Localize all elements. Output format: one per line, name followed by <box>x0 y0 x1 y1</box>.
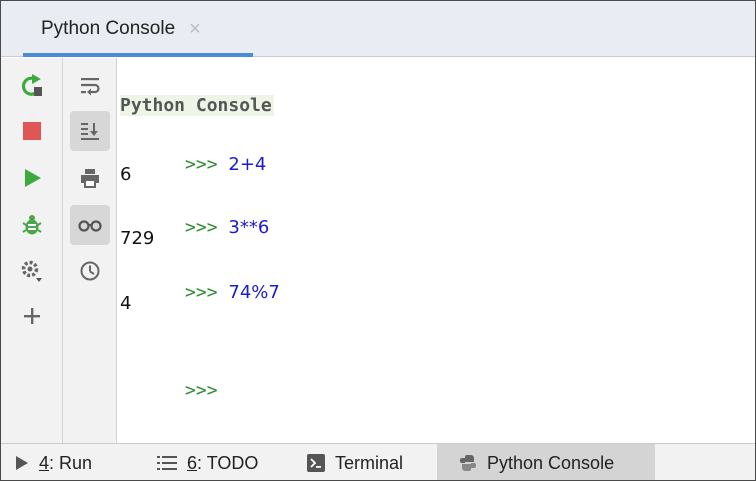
console-input-line: >>> 74%7 <box>120 261 280 324</box>
console-input: 74%7 <box>228 282 280 303</box>
add-icon <box>24 308 40 324</box>
stop-button[interactable] <box>12 111 52 151</box>
settings-button[interactable] <box>12 251 52 291</box>
history-button[interactable] <box>70 251 110 291</box>
python-console-window: Python Console × Python Console >>> 2+4 … <box>0 0 756 481</box>
run-tool-window-button[interactable]: 4: Run <box>15 444 93 480</box>
console-active-prompt-line[interactable]: >>> <box>120 359 218 422</box>
console-prompt: >>> <box>185 380 218 401</box>
active-tab-indicator <box>23 53 253 57</box>
todo-tool-label: : TODO <box>197 452 259 473</box>
python-console-tool-window-button[interactable]: Python Console <box>437 444 655 480</box>
console-prompt: >>> <box>185 154 218 175</box>
debug-icon <box>22 215 42 235</box>
console-prompt: >>> <box>185 282 218 303</box>
print-button[interactable] <box>70 158 110 198</box>
run-tool-label: : Run <box>49 452 93 473</box>
console-input: 3**6 <box>228 217 270 238</box>
console-banner: Python Console <box>120 95 274 116</box>
soft-wrap-button[interactable] <box>70 66 110 106</box>
console-output-line: 6 <box>120 164 132 185</box>
tab-title: Python Console <box>41 18 176 39</box>
run-button[interactable] <box>12 158 52 198</box>
history-icon <box>80 261 100 281</box>
terminal-tool-window-button[interactable]: Terminal <box>307 444 404 480</box>
python-console-tool-label: Python Console <box>487 452 615 473</box>
scroll-to-end-icon <box>81 123 99 140</box>
run-icon <box>25 169 41 187</box>
console-input: 2+4 <box>228 154 267 175</box>
print-icon <box>81 169 99 188</box>
show-variables-button[interactable] <box>70 205 110 245</box>
python-icon <box>459 454 477 472</box>
console-view-toolbar <box>63 58 117 443</box>
console-input-line: >>> 2+4 <box>120 133 266 196</box>
stop-icon <box>23 122 41 140</box>
terminal-icon <box>307 454 325 472</box>
show-variables-icon <box>78 220 102 232</box>
console-actions-toolbar <box>1 58 63 443</box>
run-tool-number: 4 <box>39 452 50 473</box>
console-prompt: >>> <box>185 217 218 238</box>
tab-bar: Python Console × <box>1 1 755 57</box>
run-tool-icon <box>15 455 29 471</box>
todo-tool-number: 6 <box>187 452 198 473</box>
console-output-line: 729 <box>120 228 155 249</box>
tool-window-bar: 4: Run 6: TODO Terminal Python Console <box>1 443 755 480</box>
rerun-button[interactable] <box>12 66 52 106</box>
add-console-button[interactable] <box>12 296 52 336</box>
console-output[interactable]: Python Console >>> 2+4 6 >>> 3**6 729 >>… <box>118 58 755 443</box>
todo-list-icon <box>157 455 177 471</box>
terminal-label: Terminal <box>335 452 404 473</box>
tab-python-console[interactable]: Python Console × <box>23 1 253 57</box>
debug-button[interactable] <box>12 205 52 245</box>
rerun-icon <box>21 74 42 96</box>
close-tab-icon[interactable]: × <box>189 18 201 41</box>
settings-icon <box>21 260 42 282</box>
console-output-line: 4 <box>120 293 132 314</box>
todo-tool-window-button[interactable]: 6: TODO <box>157 444 259 480</box>
scroll-to-end-button[interactable] <box>70 111 110 151</box>
soft-wrap-icon <box>81 78 100 96</box>
